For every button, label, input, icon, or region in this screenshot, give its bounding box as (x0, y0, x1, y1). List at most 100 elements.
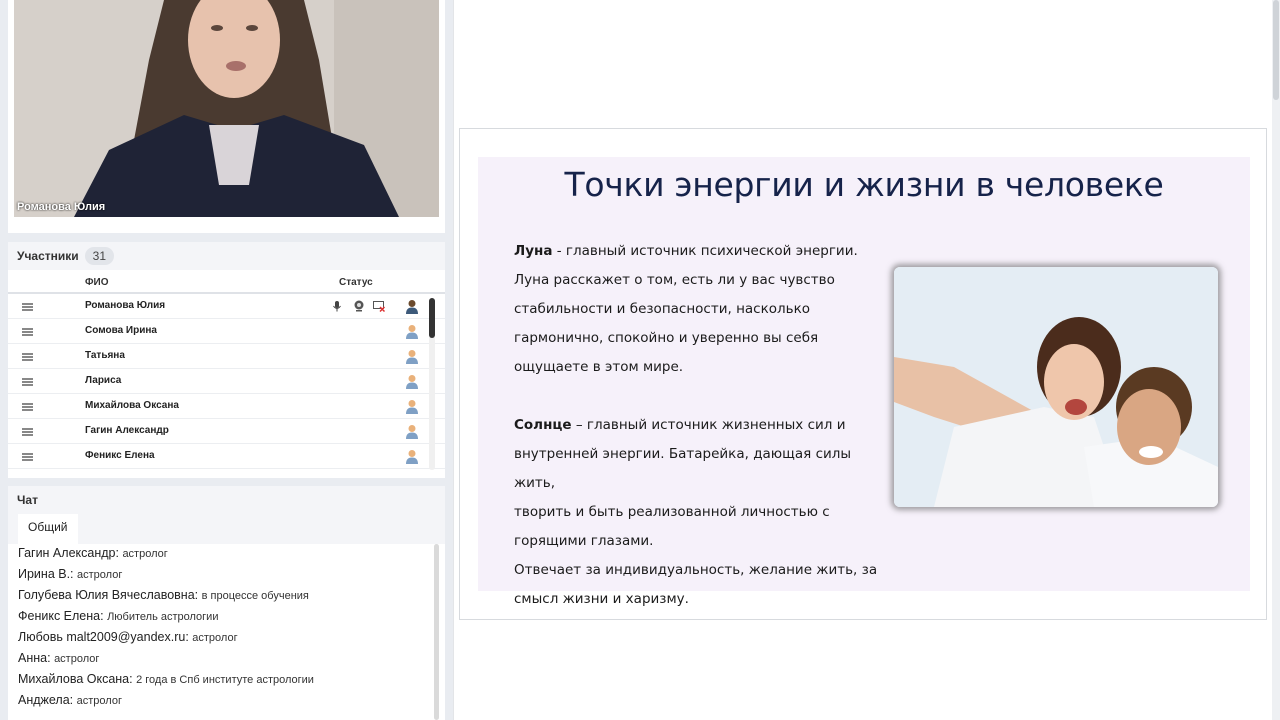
drag-handle-icon[interactable] (22, 453, 33, 461)
left-sidebar: Романова Юлия Участники 31 ФИО Статус Ро… (0, 0, 453, 720)
moon-line: гармонично, спокойно и уверенно вы себя (514, 330, 819, 346)
chat-author: Анна: (18, 651, 51, 665)
sun-term: Солнце (514, 417, 572, 433)
participants-scrollbar[interactable] (429, 298, 435, 470)
microphone-icon[interactable] (331, 300, 343, 312)
slide: Точки энергии и жизни в человеке Луна - … (478, 157, 1250, 607)
participant-name: Сомова Ирина (85, 325, 157, 336)
chat-message: Феникс Елена: Любитель астрологии (18, 609, 428, 630)
participants-title: Участники (17, 249, 79, 263)
user-avatar-icon (406, 425, 418, 439)
participant-row[interactable]: Сомова Ирина (8, 319, 445, 344)
chat-message: Любовь malt2009@yandex.ru: астролог (18, 630, 428, 651)
slide-body-text: Луна - главный источник психической энер… (514, 237, 884, 614)
slide-title: Точки энергии и жизни в человеке (564, 165, 1164, 204)
chat-tabs: Общий (8, 514, 445, 544)
page-scrollbar[interactable] (1272, 0, 1280, 720)
chat-author: Голубева Юлия Вячеславовна: (18, 588, 199, 602)
chat-message: Анна: астролог (18, 651, 428, 672)
drag-handle-icon[interactable] (22, 328, 33, 336)
video-panel: Романова Юлия (8, 0, 445, 233)
sun-line: – главный источник жизненных сил и (571, 417, 846, 433)
chat-text: астролог (122, 548, 168, 560)
webcam-icon[interactable] (353, 300, 365, 312)
sun-line: смысл жизни и харизму. (514, 591, 689, 607)
page-scroll-thumb[interactable] (1273, 0, 1279, 100)
participant-row[interactable]: Романова Юлия (8, 294, 445, 319)
drag-handle-icon[interactable] (22, 353, 33, 361)
user-avatar-icon (406, 350, 418, 364)
participant-row[interactable]: Феникс Елена (8, 444, 445, 469)
tab-general[interactable]: Общий (18, 514, 78, 544)
chat-scrollbar[interactable] (434, 544, 439, 720)
video-participant-name: Романова Юлия (17, 201, 106, 213)
moon-line: - главный источник психической энергии. (552, 243, 858, 259)
chat-author: Ирина В.: (18, 567, 74, 581)
chat-author: Феникс Елена: (18, 609, 104, 623)
chat-message: Анджела: астролог (18, 693, 428, 714)
user-avatar-icon (406, 375, 418, 389)
presenter-avatar-icon (406, 300, 418, 314)
presentation-area: Точки энергии и жизни в человеке Луна - … (453, 0, 1272, 720)
participants-list: Романова Юлия Сомова Ирина Татьяна Ларис… (8, 294, 445, 469)
chat-messages: Гагин Александр: астролог Ирина В.: астр… (18, 546, 428, 714)
participant-name: Романова Юлия (85, 300, 166, 311)
chat-author: Михайлова Оксана: (18, 672, 133, 686)
column-name-header[interactable]: ФИО (85, 277, 109, 288)
chat-author: Анджела: (18, 693, 74, 707)
screen-share-off-icon[interactable] (373, 300, 385, 312)
moon-line: Луна расскажет о том, есть ли у вас чувс… (514, 272, 835, 288)
chat-text: астролог (76, 695, 122, 707)
moon-paragraph: Луна - главный источник психической энер… (514, 237, 884, 266)
participant-name: Михайлова Оксана (85, 400, 179, 411)
participants-count-badge: 31 (84, 247, 115, 265)
drag-handle-icon[interactable] (22, 428, 33, 436)
participant-row[interactable]: Гагин Александр (8, 419, 445, 444)
chat-panel: Чат Общий Гагин Александр: астролог Ирин… (8, 486, 445, 720)
webcam-image (14, 0, 439, 217)
sun-line: творить и быть реализованной личностью с (514, 504, 830, 520)
drag-handle-icon[interactable] (22, 303, 33, 311)
chat-author: Гагин Александр: (18, 546, 119, 560)
participant-row[interactable]: Лариса (8, 369, 445, 394)
column-status-header[interactable]: Статус (339, 277, 373, 288)
sun-line: внутренней энергии. Батарейка, дающая си… (514, 446, 852, 491)
sun-line: горящими глазами. (514, 533, 654, 549)
couple-photo (894, 267, 1218, 507)
user-avatar-icon (406, 450, 418, 464)
user-avatar-icon (406, 325, 418, 339)
chat-message: Гагин Александр: астролог (18, 546, 428, 567)
participant-row[interactable]: Татьяна (8, 344, 445, 369)
moon-line: стабильности и безопасности, насколько (514, 301, 810, 317)
participants-header: Участники 31 (8, 242, 445, 270)
moon-line: ощущаете в этом мире. (514, 359, 684, 375)
sun-paragraph: Солнце – главный источник жизненных сил … (514, 411, 884, 440)
sun-line: Отвечает за индивидуальность, желание жи… (514, 562, 878, 578)
chat-message: Голубева Юлия Вячеславовна: в процессе о… (18, 588, 428, 609)
participants-scroll-thumb[interactable] (429, 298, 435, 338)
drag-handle-icon[interactable] (22, 378, 33, 386)
participants-columns-header: ФИО Статус (8, 270, 445, 294)
chat-text: в процессе обучения (201, 590, 309, 602)
chat-author: Любовь malt2009@yandex.ru: (18, 630, 189, 644)
chat-message: Михайлова Оксана: 2 года в Спб институте… (18, 672, 428, 693)
participant-name: Татьяна (85, 350, 125, 361)
moon-term: Луна (514, 243, 553, 259)
webcam-video[interactable]: Романова Юлия (14, 0, 439, 217)
participant-row[interactable]: Михайлова Оксана (8, 394, 445, 419)
participant-name: Гагин Александр (85, 425, 169, 436)
participant-name: Феникс Елена (85, 450, 155, 461)
chat-text: Любитель астрологии (107, 611, 219, 623)
chat-message: Ирина В.: астролог (18, 567, 428, 588)
user-avatar-icon (406, 400, 418, 414)
chat-title: Чат (8, 486, 445, 514)
participant-name: Лариса (85, 375, 122, 386)
drag-handle-icon[interactable] (22, 403, 33, 411)
chat-text: астролог (192, 632, 238, 644)
photo-illustration (894, 267, 1218, 507)
participants-panel: Участники 31 ФИО Статус Романова Юлия Со… (8, 242, 445, 478)
chat-text: 2 года в Спб институте астрологии (136, 674, 314, 686)
chat-text: астролог (77, 569, 123, 581)
slide-frame: Точки энергии и жизни в человеке Луна - … (459, 128, 1267, 620)
